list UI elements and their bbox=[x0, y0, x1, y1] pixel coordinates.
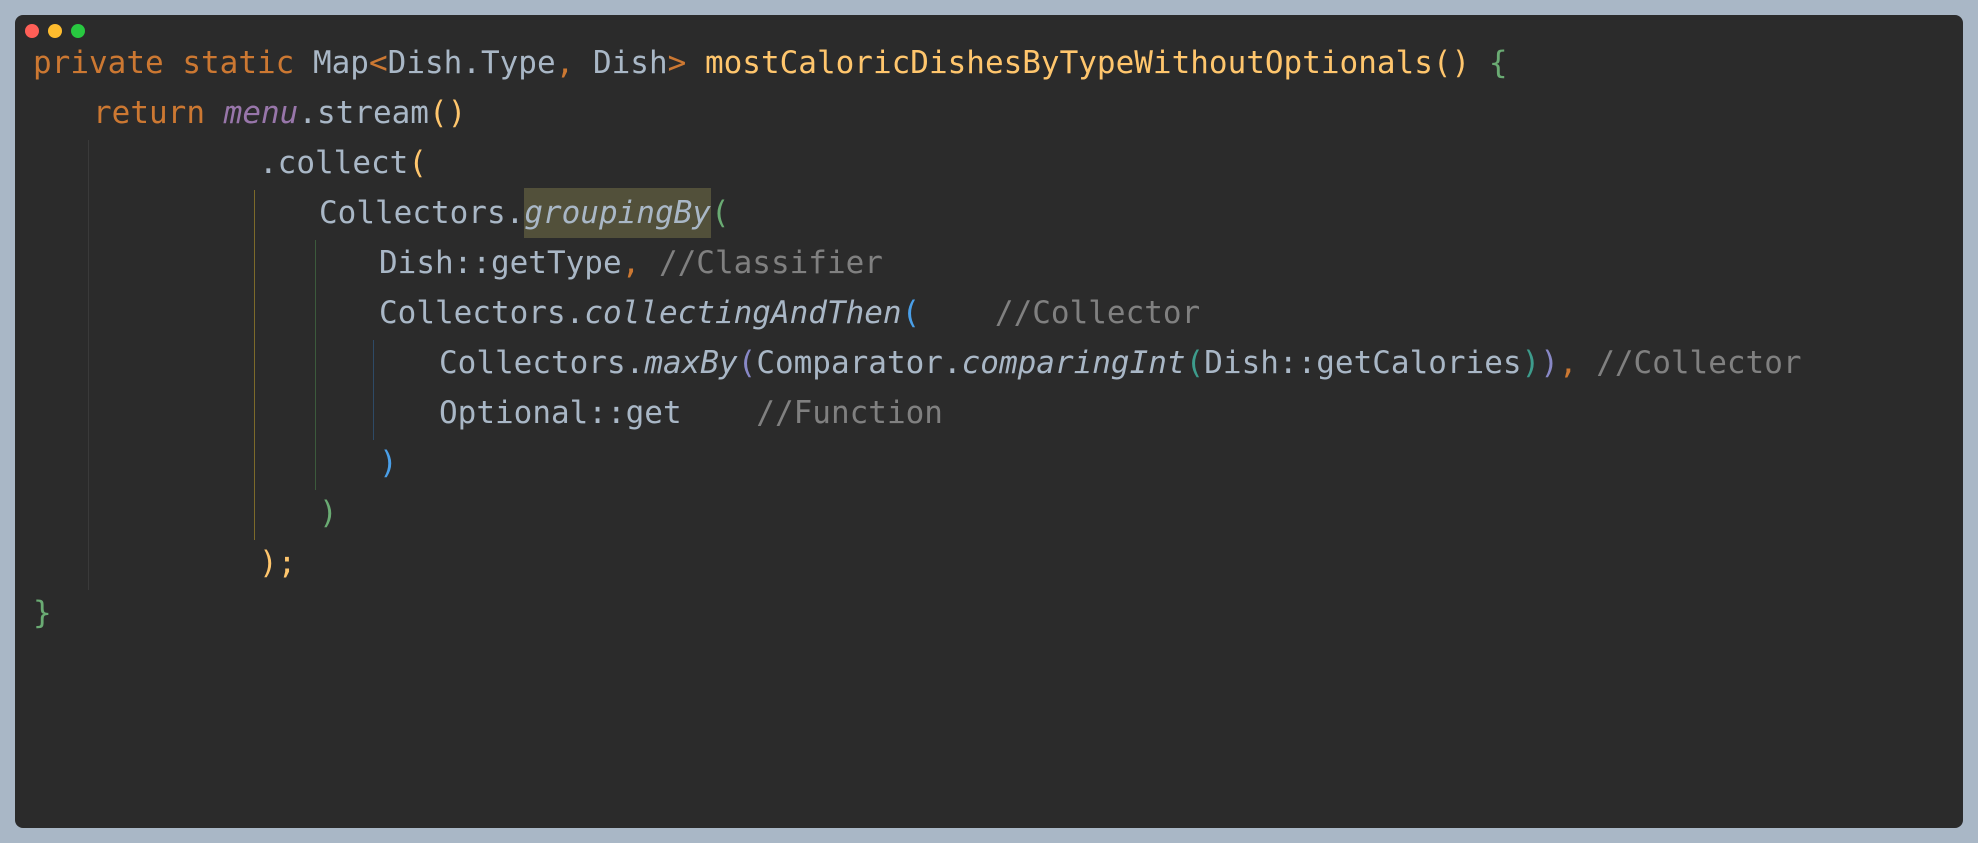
comment-function: //Function bbox=[756, 395, 943, 431]
method-name: mostCaloricDishesByTypeWithoutOptionals bbox=[704, 45, 1433, 81]
type-map: Map bbox=[312, 45, 369, 81]
keyword-private: private bbox=[33, 45, 164, 81]
close-brace: } bbox=[33, 595, 52, 631]
code-line-9: ) bbox=[379, 438, 398, 488]
keyword-return: return bbox=[93, 95, 205, 131]
class-collectors: Collectors. bbox=[319, 195, 525, 231]
generic-close: > bbox=[667, 45, 687, 81]
comma: , bbox=[621, 245, 641, 281]
collect-close-paren: ) bbox=[259, 545, 278, 581]
comment-collector: //Collector bbox=[994, 295, 1201, 331]
method-grouping-by: groupingBy bbox=[524, 188, 711, 238]
grouping-by-close-paren: ) bbox=[319, 495, 338, 531]
method-parens: () bbox=[1432, 45, 1471, 81]
comma: , bbox=[555, 45, 575, 81]
stream-parens: () bbox=[428, 95, 467, 131]
semicolon: ; bbox=[277, 545, 297, 581]
method-comparing-int: comparingInt bbox=[961, 345, 1186, 381]
code-line-12: } bbox=[33, 588, 52, 638]
type-dish-type: Dish.Type bbox=[387, 45, 556, 81]
code-line-4: Collectors.groupingBy( bbox=[319, 188, 730, 238]
type-dish: Dish bbox=[592, 45, 668, 81]
comment-collector: //Collector bbox=[1596, 345, 1802, 381]
method-collecting-and-then: collectingAndThen bbox=[584, 295, 902, 331]
keyword-static: static bbox=[182, 45, 295, 81]
grouping-by-open-paren: ( bbox=[710, 195, 730, 231]
indent-guide bbox=[373, 340, 374, 440]
code-line-1: private static Map<Dish.Type, Dish> most… bbox=[33, 38, 1508, 88]
collect-open-paren: ( bbox=[408, 145, 427, 181]
class-comparator: Comparator. bbox=[756, 345, 962, 381]
code-line-10: ) bbox=[319, 488, 338, 538]
code-window: private static Map<Dish.Type, Dish> most… bbox=[15, 15, 1963, 828]
comparing-int-close-paren: ) bbox=[1521, 345, 1541, 381]
code-line-7: Collectors.maxBy(Comparator.comparingInt… bbox=[439, 338, 1802, 388]
code-line-3: .collect( bbox=[259, 138, 427, 188]
collecting-and-then-open-paren: ( bbox=[901, 295, 921, 331]
indent-guide bbox=[254, 190, 255, 540]
code-line-11: ); bbox=[259, 538, 296, 588]
code-editor[interactable]: private static Map<Dish.Type, Dish> most… bbox=[15, 15, 1963, 828]
open-brace: { bbox=[1488, 45, 1508, 81]
code-line-6: Collectors.collectingAndThen( //Collecto… bbox=[379, 288, 1200, 338]
field-menu: menu bbox=[223, 95, 299, 131]
class-collectors: Collectors. bbox=[439, 345, 645, 381]
method-max-by: maxBy bbox=[644, 345, 738, 381]
indent-guide bbox=[315, 240, 316, 490]
max-by-open-paren: ( bbox=[737, 345, 757, 381]
max-by-close-paren: ) bbox=[1540, 345, 1559, 381]
call-collect: .collect bbox=[259, 145, 409, 181]
generic-open: < bbox=[368, 45, 388, 81]
comma: , bbox=[1558, 345, 1578, 381]
code-line-5: Dish::getType, //Classifier bbox=[379, 238, 883, 288]
comparing-int-open-paren: ( bbox=[1185, 345, 1205, 381]
method-ref-get-calories: Dish::getCalories bbox=[1204, 345, 1522, 381]
comment-classifier: //Classifier bbox=[658, 245, 883, 281]
code-line-8: Optional::get //Function bbox=[439, 388, 943, 438]
class-collectors: Collectors. bbox=[379, 295, 585, 331]
method-ref-optional-get: Optional::get bbox=[439, 395, 682, 431]
indent-guide bbox=[88, 140, 89, 590]
method-ref-get-type: Dish::getType bbox=[379, 245, 622, 281]
call-stream: .stream bbox=[298, 95, 429, 131]
code-line-2: return menu.stream() bbox=[93, 88, 466, 138]
collecting-and-then-close-paren: ) bbox=[379, 445, 398, 481]
